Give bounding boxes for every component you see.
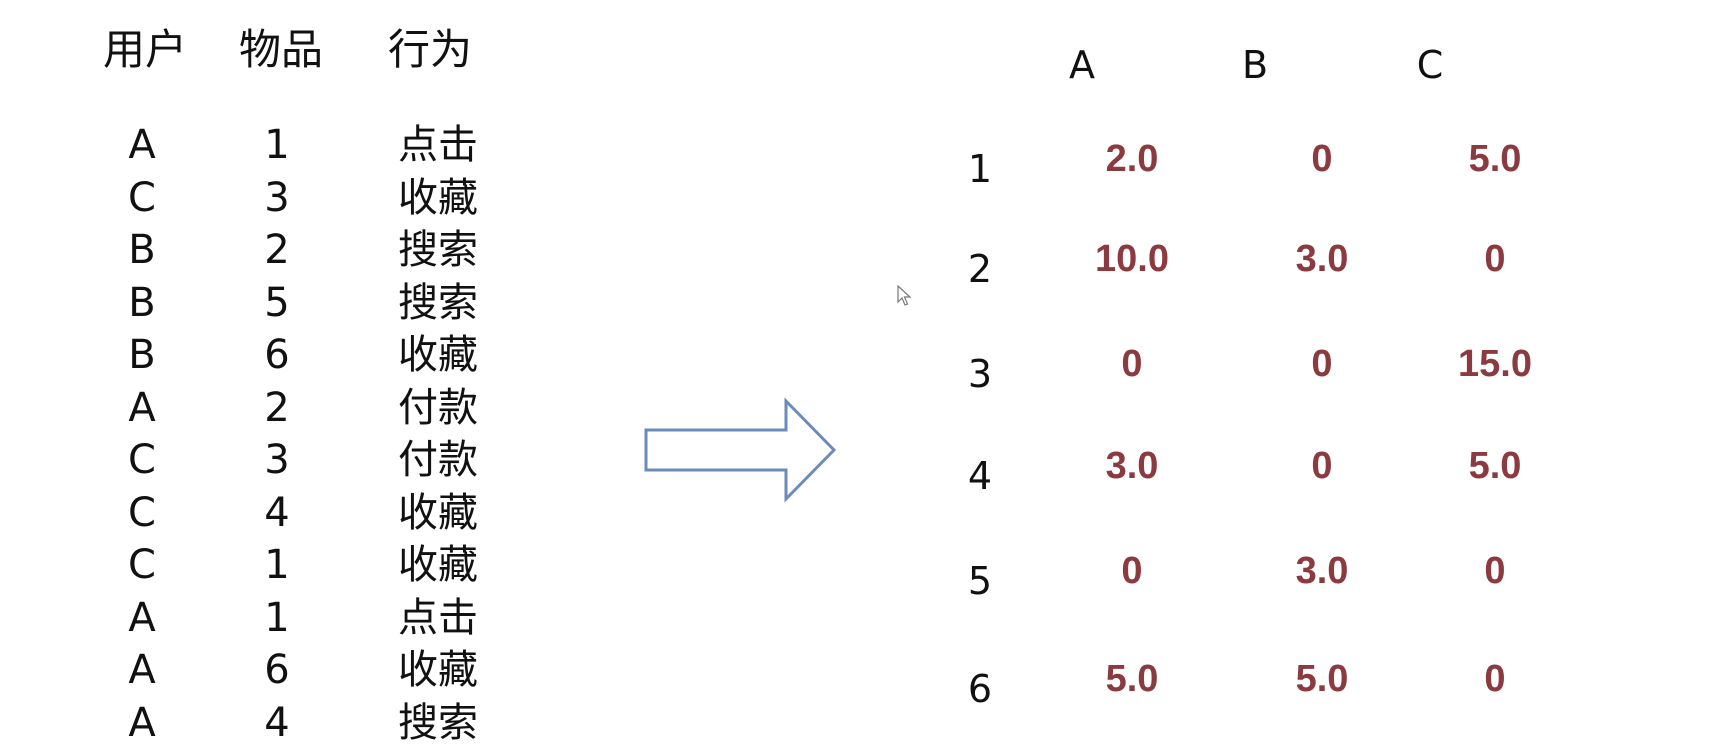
matrix-value-cell: 5.0 (1105, 658, 1159, 700)
log-action-cell: 搜索 (398, 279, 478, 326)
log-action-cell: 搜索 (398, 699, 478, 746)
matrix-column-header: C (1416, 43, 1444, 87)
log-action-cell: 点击 (398, 122, 478, 168)
matrix-value-cell: 0 (1121, 343, 1143, 385)
diagram: 用户 物品 行为 A 1 点击 C 3 收藏 B 2 搜索 B 5 搜索 B 6 收藏 A 2 付款 C 3 付款 C 4 收藏 C 1… (0, 0, 1732, 750)
matrix-value-cell: 5.0 (1468, 445, 1522, 487)
log-user-cell: A (128, 699, 156, 746)
right-arrow-icon (644, 397, 837, 503)
matrix-value-cell: 0 (1311, 138, 1333, 180)
log-header-1: 物品 (238, 25, 323, 74)
matrix-value-cell: 0 (1484, 550, 1506, 592)
log-item-cell: 4 (264, 699, 290, 746)
log-user-cell: C (128, 542, 156, 588)
matrix-value-cell: 3.0 (1105, 445, 1159, 487)
matrix-value-cell: 5.0 (1295, 658, 1349, 700)
matrix-value-cell: 0 (1484, 238, 1506, 280)
log-header-0: 用户 (102, 25, 187, 74)
matrix-row-label: 1 (967, 147, 993, 191)
matrix-row-label: 6 (967, 667, 993, 711)
matrix-value-cell: 10.0 (1095, 238, 1169, 280)
log-header-2: 行为 (387, 25, 472, 74)
matrix-value-cell: 0 (1311, 343, 1333, 385)
matrix-value-cell: 3.0 (1295, 238, 1349, 280)
log-item-cell: 1 (264, 122, 290, 168)
matrix-value-cell: 15.0 (1458, 343, 1532, 385)
matrix-row-label: 3 (967, 352, 993, 396)
log-item-cell: 1 (264, 594, 290, 641)
log-item-cell: 6 (264, 332, 290, 378)
log-user-cell: A (128, 384, 156, 431)
log-user-cell: C (128, 489, 156, 536)
log-item-cell: 2 (264, 384, 290, 431)
log-action-cell: 收藏 (398, 647, 478, 693)
log-item-cell: 2 (264, 227, 290, 273)
log-item-cell: 3 (264, 174, 290, 221)
log-action-cell: 收藏 (398, 332, 478, 378)
log-user-cell: A (128, 594, 156, 641)
matrix-row-label: 4 (967, 454, 993, 498)
log-action-cell: 收藏 (398, 489, 478, 536)
matrix-column-header: A (1069, 43, 1095, 87)
matrix-value-cell: 0 (1311, 445, 1333, 487)
log-user-cell: B (128, 279, 156, 326)
log-action-cell: 付款 (398, 384, 478, 431)
log-action-cell: 收藏 (398, 174, 478, 221)
matrix-row-label: 5 (967, 559, 993, 603)
matrix-value-cell: 0 (1484, 658, 1506, 700)
log-item-cell: 3 (264, 437, 290, 483)
matrix-value-cell: 5.0 (1468, 138, 1522, 180)
matrix-row-label: 2 (967, 247, 993, 291)
log-action-cell: 搜索 (398, 227, 478, 273)
log-action-cell: 收藏 (398, 542, 478, 588)
matrix-value-cell: 0 (1121, 550, 1143, 592)
log-item-cell: 1 (264, 542, 290, 588)
log-user-cell: C (128, 437, 156, 483)
log-item-cell: 5 (264, 279, 290, 326)
log-user-cell: B (128, 227, 156, 273)
matrix-value-cell: 2.0 (1105, 138, 1159, 180)
log-user-cell: C (128, 174, 156, 221)
log-user-cell: A (128, 647, 156, 693)
log-item-cell: 6 (264, 647, 290, 693)
log-item-cell: 4 (264, 489, 290, 536)
log-action-cell: 点击 (398, 594, 478, 641)
log-user-cell: B (128, 332, 156, 378)
log-user-cell: A (128, 122, 156, 168)
matrix-column-header: B (1241, 43, 1269, 87)
log-action-cell: 付款 (398, 437, 478, 483)
mouse-cursor-icon (897, 285, 912, 306)
matrix-value-cell: 3.0 (1295, 550, 1349, 592)
